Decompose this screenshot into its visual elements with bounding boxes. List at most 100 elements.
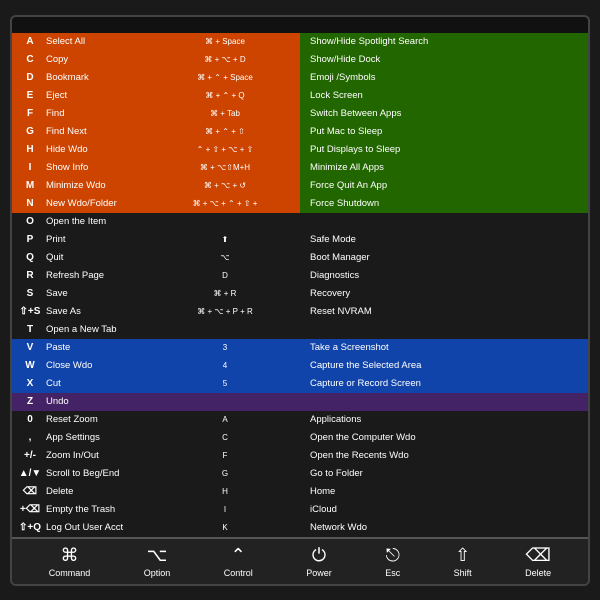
action-label: Find Next — [44, 126, 154, 137]
footer-key-icon: ⌘ — [60, 545, 78, 566]
left-row: GFind Next⌘ + ⌃ + ⇧ — [12, 123, 300, 141]
right-row: Home — [300, 483, 588, 501]
shortcut-key: ⇧+Q — [16, 522, 44, 533]
action-label: Save As — [44, 306, 154, 317]
description-label: Lock Screen — [306, 90, 363, 101]
action-label: Copy — [44, 54, 154, 65]
action-label: Log Out User Acct — [44, 522, 154, 533]
shortcut-key: T — [16, 324, 44, 335]
left-row: TOpen a New Tab — [12, 321, 300, 339]
left-row: MMinimize Wdo⌘ + ⌥ + ↺ — [12, 177, 300, 195]
shortcut-key: C — [16, 54, 44, 65]
left-row: PPrint⬆ — [12, 231, 300, 249]
shortcut-combo: ⌥ — [154, 253, 296, 262]
shortcut-combo: ⌘ + ⌥ + P + R — [154, 307, 296, 316]
left-row: EEject⌘ + ⌃ + Q — [12, 87, 300, 105]
footer-key-item: ⌥ Option — [144, 545, 171, 578]
left-row: NNew Wdo/Folder⌘ + ⌥ + ⌃ + ⇧ + — [12, 195, 300, 213]
description-label: Safe Mode — [306, 234, 356, 245]
description-label: Put Displays to Sleep — [306, 144, 400, 155]
footer: ⌘Command⌥Option⌃Control⏻Power⎋Esc⇧Shift⌫… — [12, 537, 588, 584]
footer-key-item: ⎋ Esc — [385, 545, 400, 578]
left-panel: ASelect All⌘ + SpaceCCopy⌘ + ⌥ + DDBookm… — [12, 33, 300, 537]
right-row: Emoji /Symbols — [300, 69, 588, 87]
shortcut-key: A — [16, 36, 44, 47]
shortcut-combo: H — [154, 487, 296, 496]
shortcut-combo: I — [154, 505, 296, 514]
shortcut-key: +⌫ — [16, 504, 44, 515]
left-row: ,App SettingsC — [12, 429, 300, 447]
action-label: Eject — [44, 90, 154, 101]
shortcut-combo: ⌘ + ⌃ + Space — [154, 73, 296, 82]
shortcut-combo: ⌘ + Tab — [154, 109, 296, 118]
description-label: Open the Recents Wdo — [306, 450, 409, 461]
right-row — [300, 321, 588, 339]
left-row: +⌫Empty the TrashI — [12, 501, 300, 519]
right-row: Open the Recents Wdo — [300, 447, 588, 465]
shortcut-key: Q — [16, 252, 44, 263]
right-row: Force Shutdown — [300, 195, 588, 213]
description-label: Show/Hide Spotlight Search — [306, 36, 428, 47]
left-row: ⇧+QLog Out User AcctK — [12, 519, 300, 537]
shortcut-key: N — [16, 198, 44, 209]
action-label: Undo — [44, 396, 154, 407]
left-row: RRefresh PageD — [12, 267, 300, 285]
left-row: FFind⌘ + Tab — [12, 105, 300, 123]
shortcut-key: X — [16, 378, 44, 389]
description-label: Open the Computer Wdo — [306, 432, 416, 443]
right-row: Put Displays to Sleep — [300, 141, 588, 159]
shortcut-key: Z — [16, 396, 44, 407]
shortcut-combo: ⌘ + Space — [154, 37, 296, 46]
shortcuts-grid: ASelect All⌘ + SpaceCCopy⌘ + ⌥ + DDBookm… — [12, 33, 588, 537]
action-label: Reset Zoom — [44, 414, 154, 425]
shortcut-key: E — [16, 90, 44, 101]
left-row: +/-Zoom In/OutF — [12, 447, 300, 465]
action-label: Show Info — [44, 162, 154, 173]
left-row: 0Reset ZoomA — [12, 411, 300, 429]
footer-key-label: Power — [306, 568, 332, 578]
footer-key-label: Command — [49, 568, 91, 578]
description-label: Emoji /Symbols — [306, 72, 375, 83]
action-label: Cut — [44, 378, 154, 389]
description-label: Switch Between Apps — [306, 108, 401, 119]
action-label: Close Wdo — [44, 360, 154, 371]
right-row: Minimize All Apps — [300, 159, 588, 177]
page-title — [12, 17, 588, 33]
footer-key-label: Esc — [385, 568, 400, 578]
shortcut-key: S — [16, 288, 44, 299]
action-label: Refresh Page — [44, 270, 154, 281]
action-label: Paste — [44, 342, 154, 353]
shortcut-combo: ⌘ + ⌥ + ⌃ + ⇧ + — [154, 199, 296, 208]
shortcut-combo: D — [154, 271, 296, 280]
right-row: Capture the Selected Area — [300, 357, 588, 375]
left-row: IShow Info⌘ + ⌥⇧M+H — [12, 159, 300, 177]
shortcut-combo: ⌘ + ⌥⇧M+H — [154, 163, 296, 172]
footer-key-label: Option — [144, 568, 171, 578]
shortcut-key: F — [16, 108, 44, 119]
right-row: Applications — [300, 411, 588, 429]
right-panel: Show/Hide Spotlight SearchShow/Hide Dock… — [300, 33, 588, 537]
description-label: Minimize All Apps — [306, 162, 384, 173]
left-row: VPaste3 — [12, 339, 300, 357]
description-label: iCloud — [306, 504, 337, 515]
footer-key-icon: ⇧ — [455, 545, 470, 566]
shortcut-combo: ⌘ + ⌃ + ⇧ — [154, 127, 296, 136]
footer-key-item: ⏻Power — [306, 545, 332, 578]
right-row: Reset NVRAM — [300, 303, 588, 321]
footer-key-icon: ⌥ — [147, 545, 168, 566]
right-row: Force Quit An App — [300, 177, 588, 195]
footer-key-label: Control — [224, 568, 253, 578]
shortcut-key: ⇧+S — [16, 306, 44, 317]
footer-key-icon: ⎋ — [386, 545, 400, 566]
action-label: Bookmark — [44, 72, 154, 83]
left-row: ⇧+SSave As⌘ + ⌥ + P + R — [12, 303, 300, 321]
description-label: Applications — [306, 414, 361, 425]
action-label: Zoom In/Out — [44, 450, 154, 461]
right-row: Safe Mode — [300, 231, 588, 249]
shortcut-key: D — [16, 72, 44, 83]
action-label: Empty the Trash — [44, 504, 154, 515]
action-label: Minimize Wdo — [44, 180, 154, 191]
left-row: ASelect All⌘ + Space — [12, 33, 300, 51]
shortcut-combo: ⌘ + ⌃ + Q — [154, 91, 296, 100]
left-row: ZUndo — [12, 393, 300, 411]
